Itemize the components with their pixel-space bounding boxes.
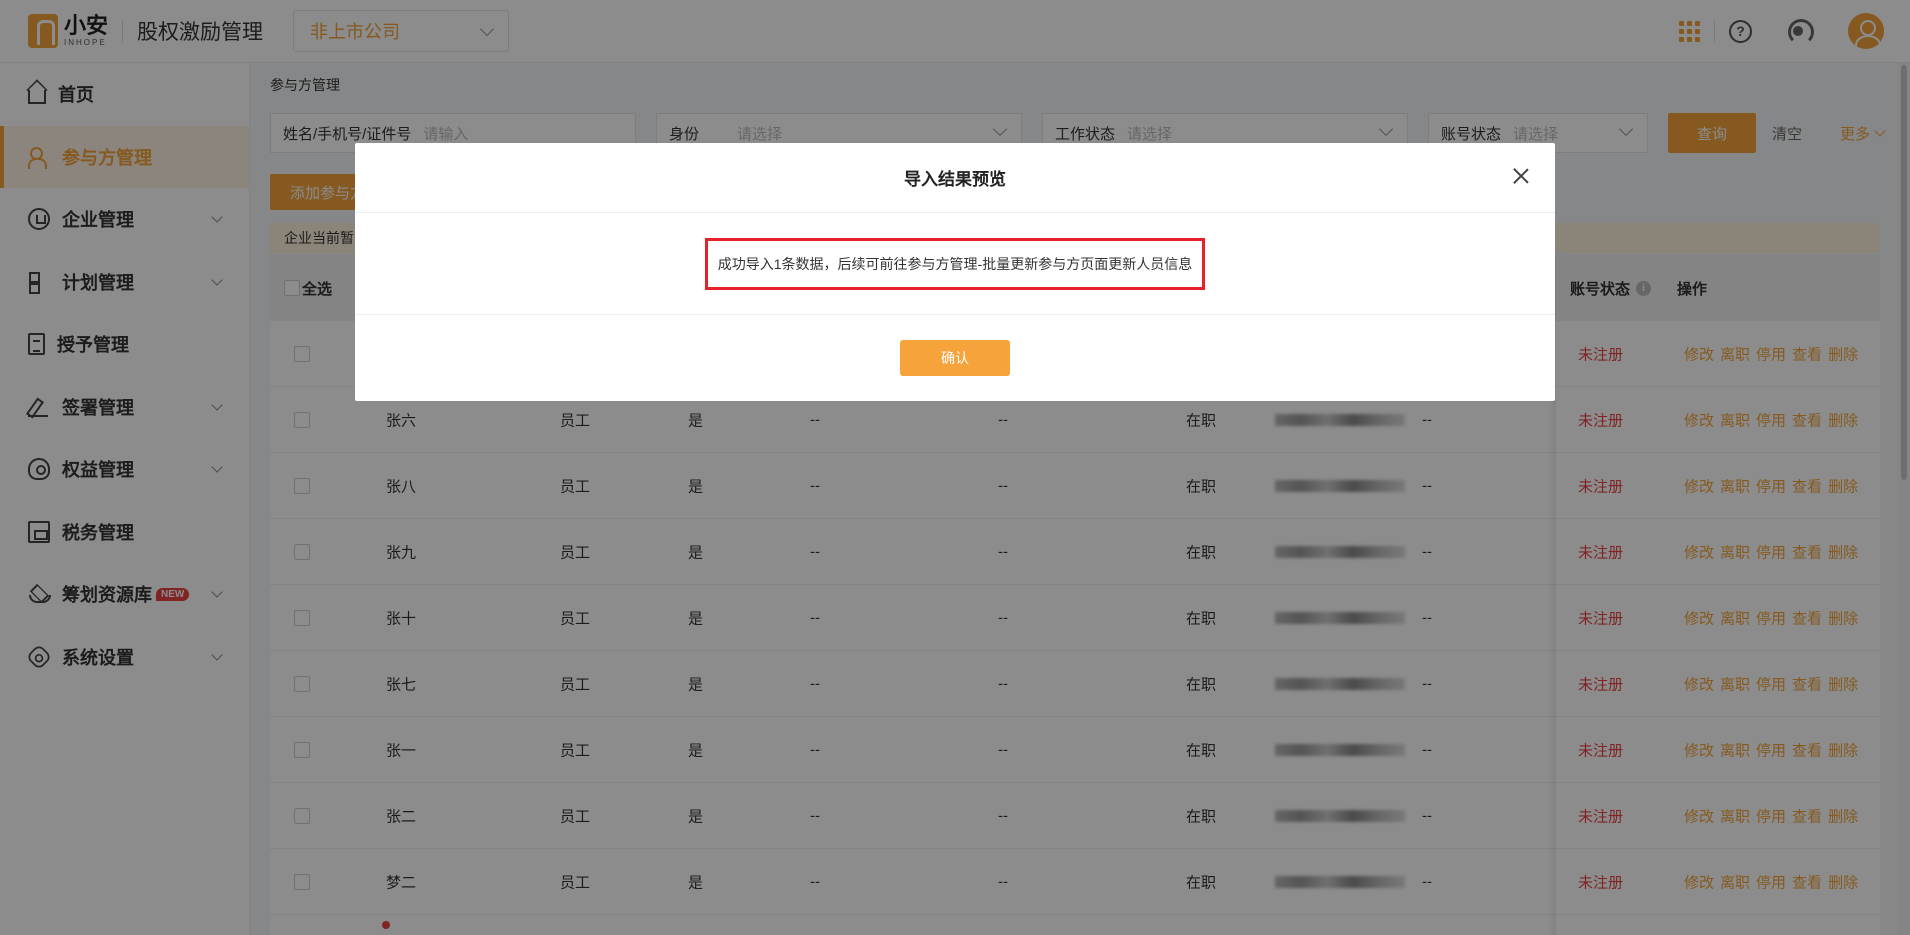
import-result-modal: 导入结果预览 成功导入1条数据，后续可前往参与方管理-批量更新参与方页面更新人员… (355, 143, 1555, 401)
app-root: 小安 INHOPE 股权激励管理 非上市公司 ? 首页 参与方管理 企业管理 计… (0, 0, 1910, 935)
import-result-message: 成功导入1条数据，后续可前往参与方管理-批量更新参与方页面更新人员信息 (704, 237, 1206, 290)
close-icon[interactable] (1513, 168, 1529, 184)
modal-overlay[interactable] (0, 0, 1910, 935)
modal-title: 导入结果预览 (904, 170, 1006, 189)
confirm-button[interactable]: 确认 (900, 340, 1010, 376)
